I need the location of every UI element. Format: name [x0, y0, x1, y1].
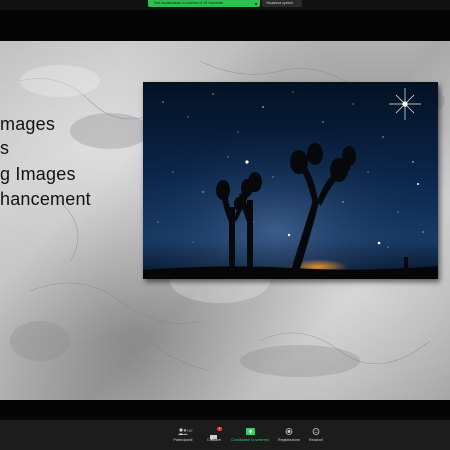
meeting-top-bar: Stai visualizzando lo schermo di JR Schn… — [0, 0, 450, 10]
slide-bullet-1: mages — [0, 114, 56, 134]
slide-bullet-4: hancement — [0, 189, 91, 209]
record-button[interactable]: Registrazione — [274, 428, 304, 450]
record-icon — [285, 428, 293, 435]
participants-button[interactable]: 107 Partecipanti — [168, 428, 198, 450]
participant-count: 107 — [187, 429, 193, 433]
reactions-smiley-icon — [312, 428, 320, 435]
record-label: Registrazione — [278, 438, 300, 442]
screen-share-banner[interactable]: Stai visualizzando lo schermo di JR Schn… — [148, 0, 260, 7]
bottom-letterbox — [0, 400, 450, 420]
reactions-button[interactable]: Reazioni — [304, 428, 328, 450]
chat-unread-badge: 1 — [217, 427, 222, 431]
slide-bullet-3: g Images — [0, 164, 76, 184]
shared-slide: mages s g Images hancement — [0, 41, 450, 400]
share-screen-icon — [245, 428, 255, 435]
slide-bullet-2: s — [0, 138, 10, 158]
reactions-label: Reazioni — [309, 438, 323, 442]
view-options-button[interactable]: Visualizza opzioni — [262, 0, 302, 7]
top-letterbox — [0, 10, 450, 41]
night-sky-photo — [143, 82, 438, 279]
share-screen-label: Condividere lo schermo — [231, 438, 269, 442]
screen-share-banner-text: Stai visualizzando lo schermo di JR Schn… — [154, 1, 224, 5]
chat-bubble-icon — [210, 435, 217, 441]
chat-button[interactable]: 1 Chattare — [200, 427, 228, 450]
view-options-label: Visualizza opzioni — [266, 1, 293, 5]
share-screen-button[interactable]: Condividere lo schermo — [228, 428, 272, 450]
share-indicator-icon — [255, 2, 257, 5]
participants-label: Partecipanti — [173, 438, 193, 442]
meeting-toolbar: 107 Partecipanti 1 Chattare Condividere … — [0, 420, 450, 450]
night-sky-joshua-trees-photo — [143, 82, 438, 279]
